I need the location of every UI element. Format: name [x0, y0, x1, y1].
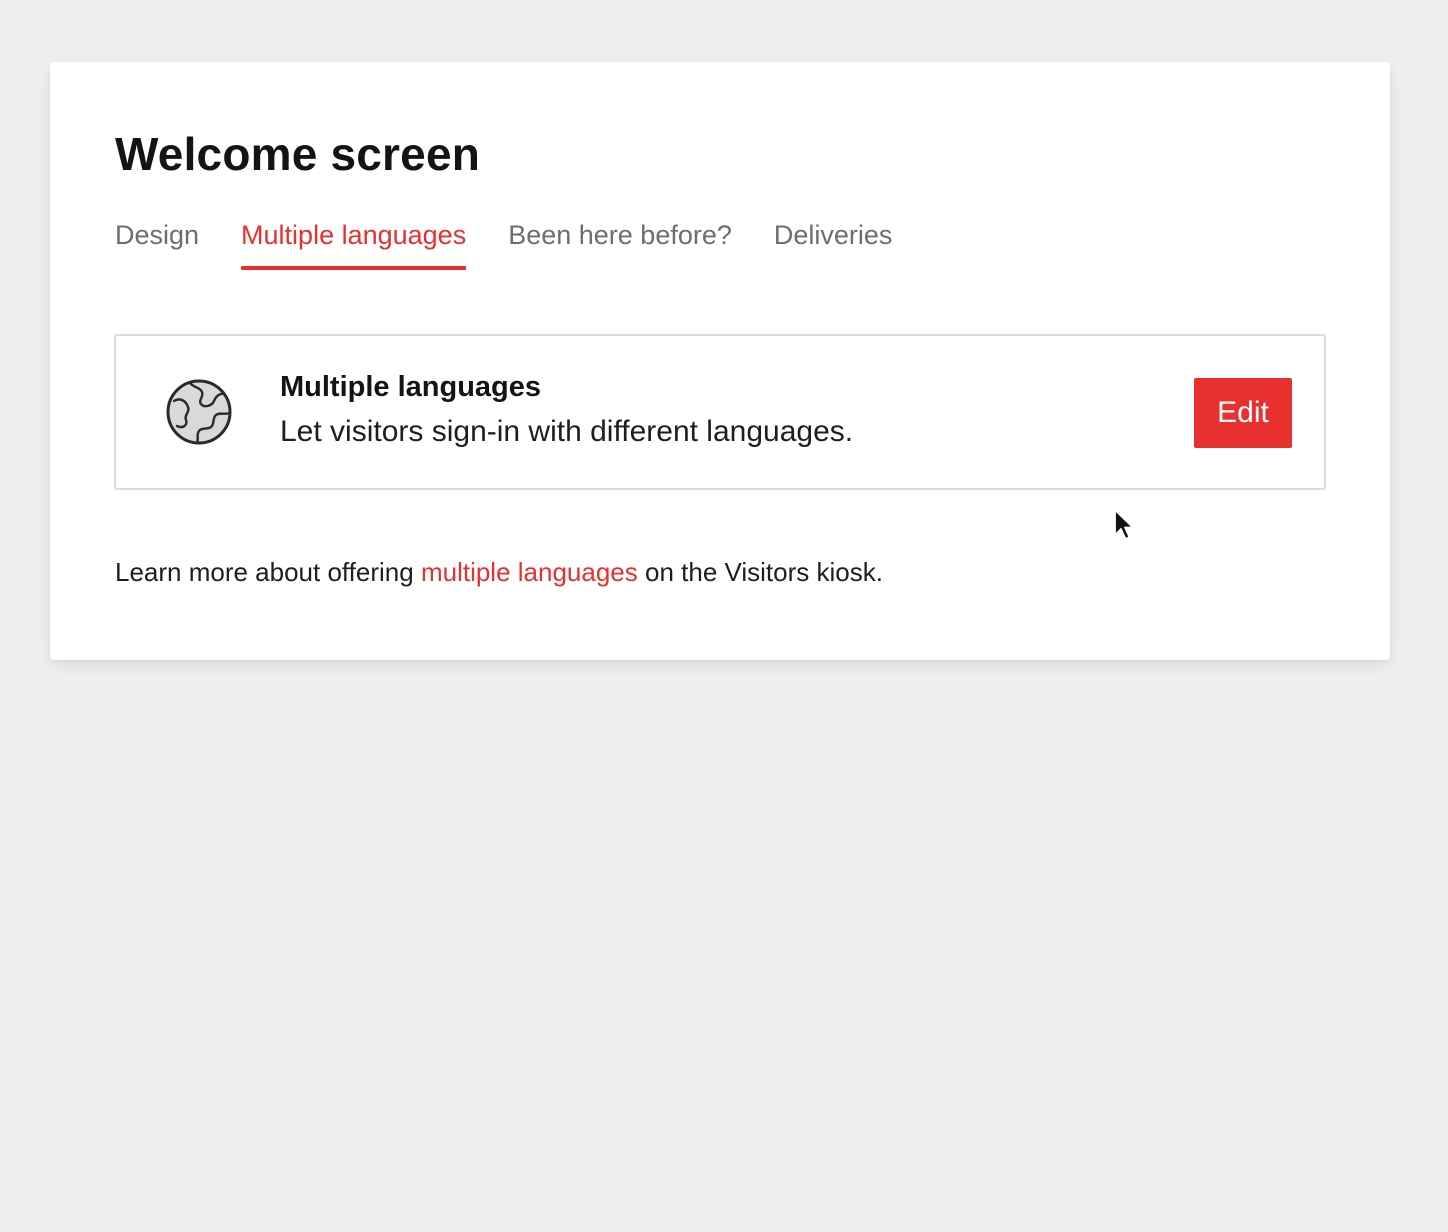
feature-description: Let visitors sign-in with different lang…: [280, 415, 854, 448]
page-title: Welcome screen: [115, 128, 481, 180]
welcome-screen-card: Welcome screen Design Multiple languages…: [50, 62, 1390, 660]
multiple-languages-link[interactable]: multiple languages: [421, 557, 638, 587]
tab-design[interactable]: Design: [115, 212, 199, 270]
feature-title: Multiple languages: [280, 371, 542, 403]
mouse-cursor-icon: [1114, 509, 1134, 540]
tab-been-here-before[interactable]: Been here before?: [508, 212, 732, 270]
multiple-languages-feature-box: Multiple languages Let visitors sign-in …: [114, 334, 1326, 490]
tab-deliveries[interactable]: Deliveries: [774, 212, 893, 270]
edit-button[interactable]: Edit: [1194, 378, 1292, 448]
learn-more-suffix: on the Visitors kiosk.: [637, 557, 883, 587]
globe-icon: [166, 379, 232, 445]
tab-multiple-languages[interactable]: Multiple languages: [241, 212, 467, 270]
learn-more-text: Learn more about offering multiple langu…: [115, 554, 883, 590]
tab-bar: Design Multiple languages Been here befo…: [115, 212, 892, 272]
learn-more-prefix: Learn more about offering: [115, 557, 421, 587]
